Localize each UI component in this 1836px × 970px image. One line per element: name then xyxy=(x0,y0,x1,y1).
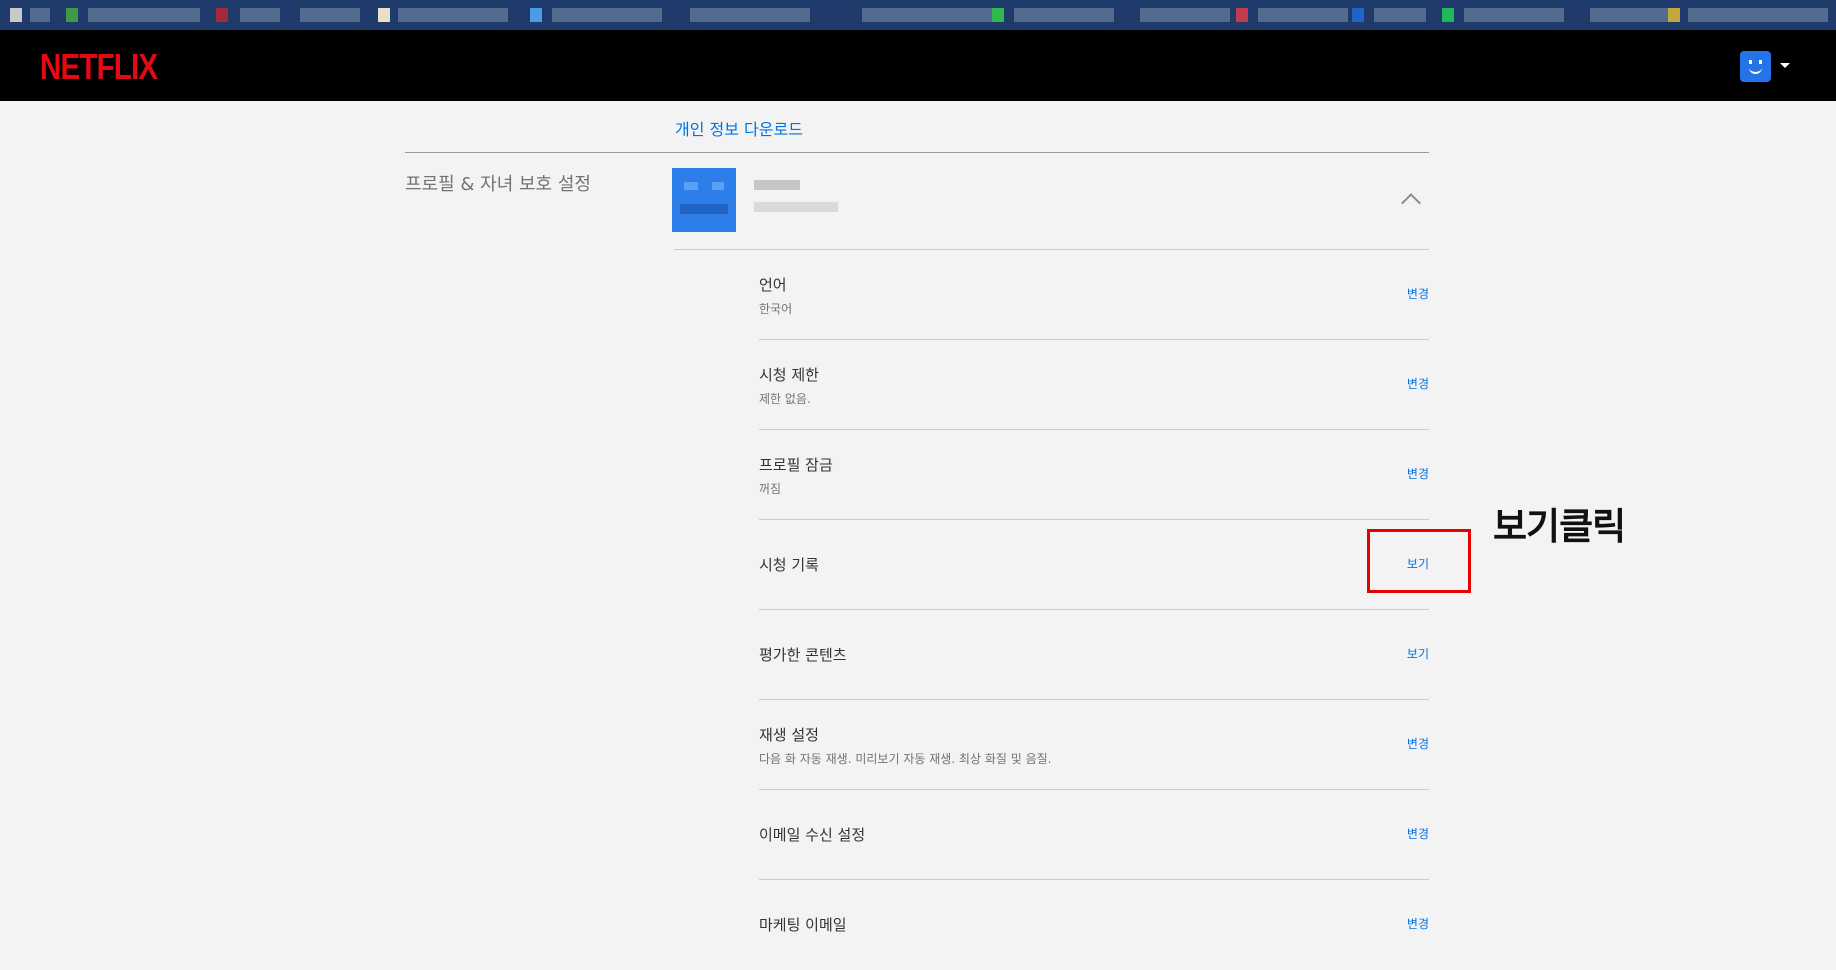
setting-title: 시청 제한 xyxy=(759,366,819,384)
avatar-smile xyxy=(1749,67,1762,74)
bookmark-item[interactable] xyxy=(398,8,508,22)
setting-row-ratings: 평가한 콘텐츠 보기 xyxy=(759,610,1429,700)
bookmark-item[interactable] xyxy=(1590,8,1680,22)
change-email-preferences-link[interactable]: 변경 xyxy=(1407,825,1429,842)
profile-settings-list: 언어 한국어 변경 시청 제한 제한 없음. 변경 프로필 잠금 꺼짐 변경 시… xyxy=(759,250,1429,970)
annotation-highlight-box xyxy=(1367,529,1471,593)
change-language-link[interactable]: 변경 xyxy=(1407,285,1429,302)
bookmark-icon[interactable] xyxy=(1236,8,1248,22)
setting-description: 다음 화 자동 재생. 미리보기 자동 재생. 최상 화질 및 음질. xyxy=(759,752,1052,766)
bookmark-icon[interactable] xyxy=(1668,8,1680,22)
bookmark-item[interactable] xyxy=(1140,8,1230,22)
setting-title: 평가한 콘텐츠 xyxy=(759,646,847,664)
bookmark-item[interactable] xyxy=(690,8,810,22)
bookmark-item[interactable] xyxy=(300,8,360,22)
netflix-logo[interactable]: NETFLIX xyxy=(40,46,158,88)
change-marketing-email-link[interactable]: 변경 xyxy=(1407,915,1429,932)
setting-row-profile-lock: 프로필 잠금 꺼짐 변경 xyxy=(759,430,1429,520)
profile-image-pixel xyxy=(712,182,724,190)
bookmark-item[interactable] xyxy=(552,8,662,22)
setting-row-email-preferences: 이메일 수신 설정 변경 xyxy=(759,790,1429,880)
profile-image xyxy=(672,168,736,232)
bookmark-icon[interactable] xyxy=(216,8,228,22)
setting-title: 마케팅 이메일 xyxy=(759,916,847,934)
bookmark-item[interactable] xyxy=(1258,8,1348,22)
bookmark-icon[interactable] xyxy=(530,8,542,22)
setting-title: 언어 xyxy=(759,276,787,294)
section-divider xyxy=(405,152,1429,153)
change-viewing-restrictions-link[interactable]: 변경 xyxy=(1407,375,1429,392)
change-profile-lock-link[interactable]: 변경 xyxy=(1407,465,1429,482)
setting-description: 꺼짐 xyxy=(759,482,782,496)
bookmark-icon[interactable] xyxy=(992,8,1004,22)
bookmarks-bar xyxy=(0,0,1836,30)
setting-row-viewing-restrictions: 시청 제한 제한 없음. 변경 xyxy=(759,340,1429,430)
setting-description: 한국어 xyxy=(759,302,793,316)
profile-avatar[interactable] xyxy=(1740,51,1771,82)
setting-title: 시청 기록 xyxy=(759,556,819,574)
bookmark-item[interactable] xyxy=(1014,8,1114,22)
setting-description: 제한 없음. xyxy=(759,392,811,406)
bookmark-item[interactable] xyxy=(862,8,992,22)
chevron-up-icon[interactable] xyxy=(1401,193,1421,213)
profile-image-pixel xyxy=(684,182,698,190)
bookmark-item[interactable] xyxy=(88,8,200,22)
bookmark-icon[interactable] xyxy=(10,8,22,22)
profile-header[interactable] xyxy=(672,168,1429,250)
avatar-eye xyxy=(1759,60,1762,64)
view-ratings-link[interactable]: 보기 xyxy=(1407,645,1429,662)
setting-row-playback-settings: 재생 설정 다음 화 자동 재생. 미리보기 자동 재생. 최상 화질 및 음질… xyxy=(759,700,1429,790)
bookmark-icon[interactable] xyxy=(66,8,78,22)
download-personal-info-link[interactable]: 개인 정보 다운로드 xyxy=(675,116,803,140)
annotation-label: 보기클릭 xyxy=(1493,505,1626,548)
setting-title: 재생 설정 xyxy=(759,726,819,744)
bookmark-icon[interactable] xyxy=(378,8,390,22)
bookmark-icon[interactable] xyxy=(1442,8,1454,22)
bookmark-item[interactable] xyxy=(1688,8,1828,22)
setting-title: 프로필 잠금 xyxy=(759,456,833,474)
profile-section-title: 프로필 & 자녀 보호 설정 xyxy=(405,174,591,195)
profile-subtitle-blurred xyxy=(754,202,838,212)
setting-row-marketing-email: 마케팅 이메일 변경 xyxy=(759,880,1429,970)
bookmark-item[interactable] xyxy=(240,8,280,22)
profile-image-pixel xyxy=(680,204,728,214)
setting-row-viewing-activity: 시청 기록 보기 xyxy=(759,520,1429,610)
change-playback-settings-link[interactable]: 변경 xyxy=(1407,735,1429,752)
bookmark-item[interactable] xyxy=(30,8,50,22)
bookmark-item[interactable] xyxy=(1464,8,1564,22)
bookmark-icon[interactable] xyxy=(1352,8,1364,22)
setting-row-language: 언어 한국어 변경 xyxy=(759,250,1429,340)
caret-down-icon[interactable] xyxy=(1780,63,1790,68)
avatar-eye xyxy=(1749,60,1752,64)
bookmark-item[interactable] xyxy=(1374,8,1426,22)
site-header: NETFLIX xyxy=(0,30,1836,101)
setting-title: 이메일 수신 설정 xyxy=(759,826,866,844)
profile-name-blurred xyxy=(754,180,800,190)
